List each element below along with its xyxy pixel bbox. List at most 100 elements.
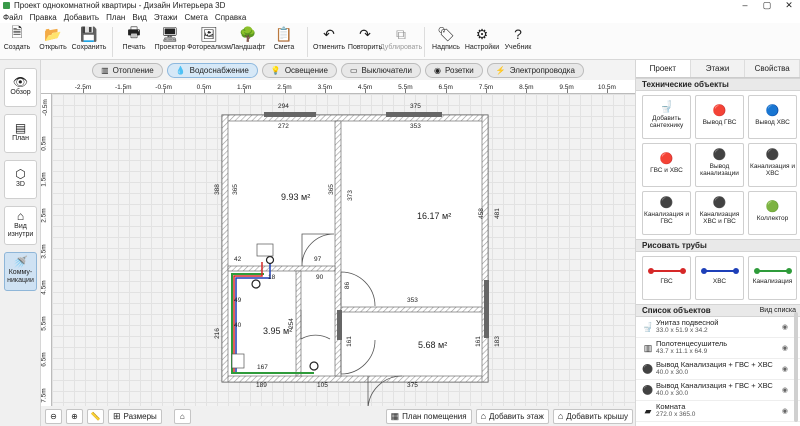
zoom-in-button[interactable]: ⊕ xyxy=(66,408,83,424)
object-list-item[interactable]: ⚫ Вывод Канализация + ГВС + ХВС 40.0 x 30.… xyxy=(636,359,800,380)
window-2[interactable] xyxy=(386,112,442,117)
heating-icon: ▥ xyxy=(101,65,109,75)
room-plan-button[interactable]: ▦ План помещения xyxy=(385,408,472,424)
visibility-eye-icon[interactable]: ◉ xyxy=(782,386,788,394)
object-list-item[interactable]: 🚽 Унитаз подвесной 33.0 x 51.9 x 34.2 ◉ xyxy=(636,317,800,338)
menu-add[interactable]: Добавить xyxy=(64,13,99,22)
object-text: Унитаз подвесной 33.0 x 51.9 x 34.2 xyxy=(656,319,719,335)
window-3[interactable] xyxy=(484,280,489,338)
outlet-marker-3[interactable] xyxy=(309,361,319,371)
pipe-tool-2[interactable]: Канализация xyxy=(748,256,797,300)
menu-plan[interactable]: План xyxy=(106,13,125,22)
view-button-plan[interactable]: ▤ План xyxy=(4,114,37,153)
menu-help[interactable]: Справка xyxy=(215,13,246,22)
plan-canvas[interactable]: 9.93 м² 16.17 м² 3.95 м² 5.68 м² 294 375 272 35… xyxy=(52,94,635,406)
dimension-label: 97 xyxy=(314,256,322,263)
pipe-tool-0[interactable]: ГВС xyxy=(642,256,691,300)
wall-top[interactable] xyxy=(221,114,489,122)
tab-properties[interactable]: Свойства xyxy=(745,60,800,77)
toolbar-button-landscape[interactable]: 🌳 Ландшафт xyxy=(231,23,266,52)
outlet-marker-1[interactable] xyxy=(251,279,261,289)
add-roof-button[interactable]: ⌂ Добавить крышу xyxy=(552,408,633,424)
room-area-label[interactable]: 16.17 м² xyxy=(417,211,451,221)
tab-floors[interactable]: Этажи xyxy=(690,60,746,77)
window-1[interactable] xyxy=(264,112,316,117)
toolbar-button-undo[interactable]: ↶ Отменить xyxy=(312,23,346,52)
wall-small-room-top[interactable] xyxy=(340,306,483,313)
view-button-eye[interactable]: 👁 Обзор xyxy=(4,68,37,107)
object-list-item[interactable]: ▰ Комната 272.0 x 365.0 ◉ xyxy=(636,401,800,422)
wall-bath-right[interactable] xyxy=(295,270,302,377)
toolbar-button-help[interactable]: ? Учебник xyxy=(501,23,535,51)
dimension-label: 18 xyxy=(268,274,276,281)
tech-object-sewer-outlet[interactable]: ⚫ Вывод канализации xyxy=(695,143,744,187)
toolbar-button-save[interactable]: 💾 Сохранить xyxy=(72,23,107,52)
toolbar-button-duplicate[interactable]: ⧉ Дублировать xyxy=(380,23,422,52)
tech-object-sewer-hot[interactable]: ⚫ Канализация и ГВС xyxy=(642,191,691,235)
menu-view[interactable]: Вид xyxy=(132,13,146,22)
toilet-shape[interactable] xyxy=(231,353,245,369)
visibility-eye-icon[interactable]: ◉ xyxy=(782,365,788,373)
home-button[interactable]: ⌂ xyxy=(173,408,191,424)
maximize-icon[interactable]: ▢ xyxy=(756,0,778,11)
tech-object-hot-cold-outlet[interactable]: 🔴 ГВС и ХВС xyxy=(642,143,691,187)
tech-object-hot-water-outlet[interactable]: 🔴 Вывод ГВС xyxy=(695,95,744,139)
mode-switch[interactable]: ▭ Выключатели xyxy=(340,62,422,78)
room-area-label[interactable]: 5.68 м² xyxy=(418,340,447,350)
tech-object-plumbing-add[interactable]: 🚽 Добавить сантехнику xyxy=(642,95,691,139)
toolbar-button-estimate[interactable]: 📋 Смета xyxy=(267,23,301,52)
visibility-eye-icon[interactable]: ◉ xyxy=(782,344,788,352)
minimize-icon[interactable]: – xyxy=(734,0,756,11)
object-list-scrollbar[interactable] xyxy=(794,312,798,422)
view-button-communications[interactable]: 🚿 Комму-никации xyxy=(4,252,37,291)
visibility-eye-icon[interactable]: ◉ xyxy=(782,407,788,415)
view-button-label: 3D xyxy=(16,181,25,188)
view-button-inside-view[interactable]: ⌂ Вид изнутри xyxy=(4,206,37,245)
pipe-tool-1[interactable]: ХВС xyxy=(695,256,744,300)
toolbar-button-print[interactable]: 🖶 Печать xyxy=(117,23,151,51)
mode-wiring[interactable]: ⚡ Электропроводка xyxy=(486,62,584,78)
toolbar-label: Печать xyxy=(122,44,146,51)
visibility-eye-icon[interactable]: ◉ xyxy=(782,323,788,331)
tech-object-manifold[interactable]: 🟢 Коллектор xyxy=(748,191,797,235)
mode-water[interactable]: 💧 Водоснабжение xyxy=(166,62,258,78)
object-list-item[interactable]: ⚫ Вывод Канализация + ГВС + ХВС 40.0 x 30.… xyxy=(636,380,800,401)
zoom-out-button[interactable]: ⊖ xyxy=(45,408,62,424)
wall-bath-top[interactable] xyxy=(227,265,336,272)
toolbar-button-label[interactable]: 🏷 Надпись xyxy=(429,23,463,52)
toolbar-separator xyxy=(112,27,113,57)
outlet-marker-4[interactable] xyxy=(265,255,275,265)
list-view-toggle[interactable]: Вид списка xyxy=(760,307,796,314)
dimension-label: 375 xyxy=(407,382,418,389)
window-4[interactable] xyxy=(337,310,342,340)
wall-right[interactable] xyxy=(481,114,489,383)
room-area-label[interactable]: 9.93 м² xyxy=(281,192,310,202)
tech-object-sewer-hot-cold[interactable]: ⚫ Канализация ХВС и ГВС xyxy=(695,191,744,235)
toolbar-button-redo[interactable]: ↷ Повторить xyxy=(348,23,382,52)
sizes-button[interactable]: ⊞ Размеры xyxy=(108,408,162,424)
tech-object-cold-water-outlet[interactable]: 🔵 Вывод ХВС xyxy=(748,95,797,139)
close-icon[interactable]: ✕ xyxy=(778,0,800,11)
object-list-item[interactable]: ▥ Полотенцесушитель 43.7 x 11.1 x 64.9 ◉ xyxy=(636,338,800,359)
menu-floors[interactable]: Этажи xyxy=(154,13,178,22)
menu-file[interactable]: Файл xyxy=(3,13,23,22)
towel-dryer-shape[interactable] xyxy=(256,243,274,257)
toolbar-button-gear[interactable]: ⚙ Настройки xyxy=(465,23,499,52)
wall-left[interactable] xyxy=(221,114,229,383)
mode-socket[interactable]: ◉ Розетки xyxy=(425,62,483,78)
dimension-label: 183 xyxy=(493,336,501,347)
menu-edit[interactable]: Правка xyxy=(30,13,57,22)
toolbar-button-folder[interactable]: 📂 Открыть xyxy=(36,23,70,52)
tab-project[interactable]: Проект xyxy=(636,60,691,77)
toolbar-button-photo[interactable]: 🖼 Фотореализм xyxy=(187,23,231,52)
ruler-button[interactable]: 📏 xyxy=(87,408,104,424)
toolbar-button-monitor[interactable]: 🖥 Проектор xyxy=(153,23,187,52)
toolbar-button-new-file[interactable]: 🗎 Создать xyxy=(0,23,34,51)
mode-heating[interactable]: ▥ Отопление xyxy=(92,62,163,78)
mode-light[interactable]: 💡 Освещение xyxy=(261,62,337,78)
object-name: Вывод Канализация + ГВС + ХВС xyxy=(656,381,773,390)
view-button-cube[interactable]: ⬡ 3D xyxy=(4,160,37,199)
menu-estimate[interactable]: Смета xyxy=(184,13,207,22)
add-floor-button[interactable]: ⌂ Добавить этаж xyxy=(475,408,549,424)
tech-object-sewer-cold[interactable]: ⚫ Канализация и ХВС xyxy=(748,143,797,187)
